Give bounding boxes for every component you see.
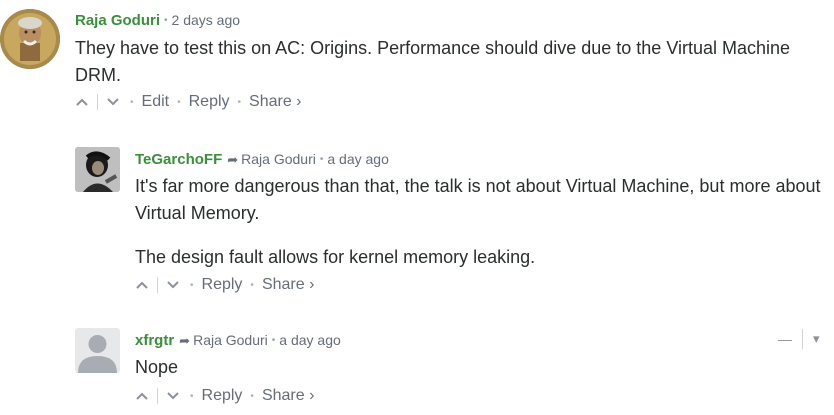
chevron-up-icon[interactable] — [73, 93, 91, 111]
reply-link[interactable]: Reply — [189, 93, 230, 111]
menu-divider — [802, 329, 803, 349]
share-link[interactable]: Share › — [249, 93, 301, 111]
comment-raja-goduri: Raja Goduri • 2 days ago They have to test… — [0, 0, 834, 120]
collapse-button[interactable]: — — [778, 331, 792, 347]
footer-separator: • — [250, 390, 254, 402]
footer-separator: • — [190, 390, 194, 402]
comment-paragraph: They have to test this on AC: Origins. P… — [75, 38, 791, 85]
comment-menu: — ▾ — [778, 329, 820, 349]
comment-body: Nope — [135, 354, 815, 381]
comment-footer: • Edit • Reply • Share › — [73, 91, 302, 113]
author-name[interactable]: Raja Goduri — [75, 12, 160, 29]
footer-separator: • — [190, 279, 194, 291]
footer-separator: • — [237, 96, 242, 108]
comment-timestamp[interactable]: 2 days ago — [172, 12, 241, 28]
comment-timestamp[interactable]: a day ago — [327, 151, 389, 167]
reply-arrow-icon: ➦ — [227, 152, 239, 167]
reply-to-author[interactable]: Raja Goduri — [241, 151, 316, 167]
comment-paragraph: Nope — [135, 357, 179, 377]
comment-header: xfrgtr ➦ Raja Goduri • a day ago — [135, 330, 341, 351]
comment-tegarchoff: TeGarchoFF ➦ Raja Goduri • a day ago It's fa… — [0, 140, 834, 300]
avatar-tegarchoff[interactable] — [75, 147, 120, 192]
author-name[interactable]: xfrgtr — [135, 332, 174, 349]
chevron-down-icon[interactable]: ▾ — [813, 331, 820, 347]
reply-arrow-icon: ➦ — [179, 333, 191, 348]
comment-thread: Raja Goduri • 2 days ago They have to test… — [0, 0, 834, 415]
footer-separator: • — [177, 96, 181, 108]
reply-link[interactable]: Reply — [202, 387, 243, 405]
comment-footer: • Reply • Share › — [133, 274, 314, 296]
comment-footer: • Reply • Share › — [133, 385, 314, 407]
meta-separator: • — [319, 154, 324, 165]
comment-header: TeGarchoFF ➦ Raja Goduri • a day ago — [135, 149, 389, 170]
meta-separator: • — [164, 15, 168, 26]
comment-header: Raja Goduri • 2 days ago — [75, 10, 240, 31]
comment-body: They have to test this on AC: Origins. P… — [75, 35, 830, 89]
reply-link[interactable]: Reply — [202, 276, 243, 294]
chevron-up-icon[interactable] — [133, 387, 151, 405]
share-link[interactable]: Share › — [262, 387, 314, 405]
avatar-raja-goduri[interactable] — [0, 9, 60, 69]
author-name[interactable]: TeGarchoFF — [135, 151, 222, 168]
comment-paragraph: The design fault allows for kernel memor… — [135, 247, 536, 267]
chevron-up-icon[interactable] — [133, 276, 151, 294]
comment-xfrgtr: xfrgtr ➦ Raja Goduri • a day ago — ▾ Nope • … — [0, 320, 834, 415]
meta-separator: • — [271, 335, 276, 346]
chevron-down-icon[interactable] — [164, 387, 182, 405]
footer-separator: • — [250, 279, 254, 291]
avatar-xfrgtr[interactable] — [75, 328, 120, 373]
share-link[interactable]: Share › — [262, 276, 314, 294]
comment-body: It's far more dangerous than that, the t… — [135, 173, 825, 271]
chevron-down-icon[interactable] — [164, 276, 182, 294]
chevron-down-icon[interactable] — [104, 93, 122, 111]
vote-divider — [157, 277, 158, 293]
comment-paragraph: It's far more dangerous than that, the t… — [135, 176, 821, 223]
edit-link[interactable]: Edit — [142, 93, 170, 111]
comment-timestamp[interactable]: a day ago — [279, 332, 341, 348]
vote-divider — [157, 388, 158, 404]
reply-to-author[interactable]: Raja Goduri — [193, 332, 268, 348]
vote-divider — [97, 94, 98, 110]
footer-separator: • — [130, 96, 134, 108]
